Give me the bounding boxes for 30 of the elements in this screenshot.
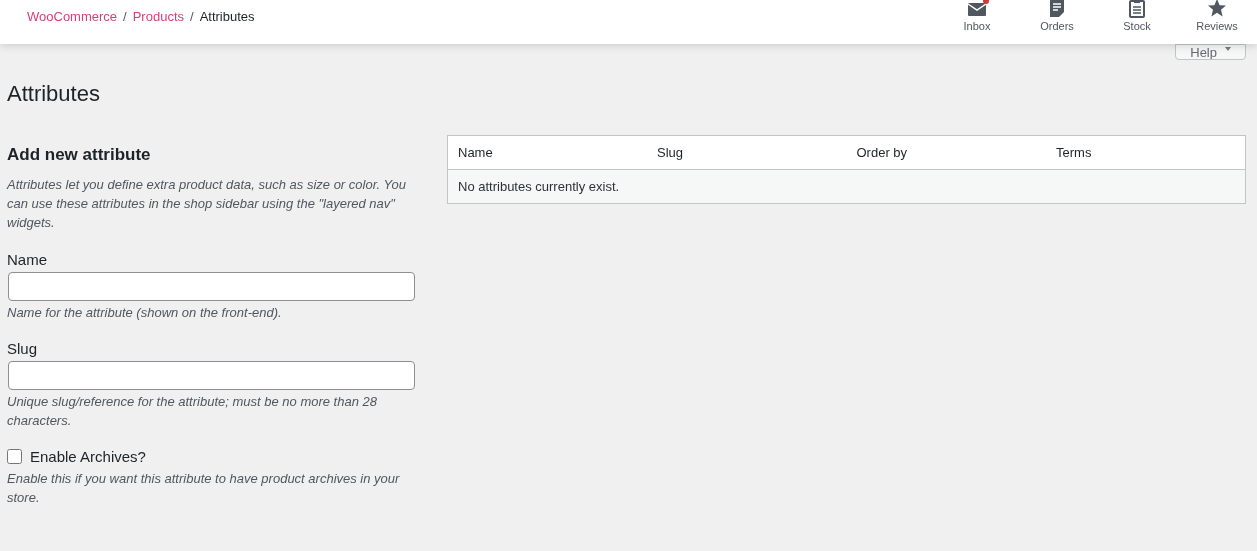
field-label: Slug xyxy=(7,339,39,357)
breadcrumb-link[interactable]: WooCommerce xyxy=(27,9,118,24)
breadcrumb-link[interactable]: Products xyxy=(132,9,184,24)
checkbox[interactable] xyxy=(7,448,22,464)
column-header: Order by xyxy=(846,135,1046,170)
column-header: Terms xyxy=(1046,135,1246,170)
text-field[interactable] xyxy=(8,271,415,301)
empty-message: No attributes currently exist. xyxy=(447,169,1246,204)
header-action[interactable]: Stock xyxy=(1097,0,1177,38)
form-description: Attributes let you define extra product data, such as size or color. You can use these attributes in the shop sidebar using the "layered nav" widgets. xyxy=(7,175,407,232)
checkbox-label: Enable Archives? xyxy=(30,447,146,465)
field-description: Enable this if you want this attribute to have product archives in your store. xyxy=(7,469,401,507)
column-header: Name xyxy=(447,135,647,170)
field-description: Unique slug/reference for the attribute; must be no more than 28 characters. xyxy=(7,392,378,430)
clipboard-icon xyxy=(1128,0,1146,18)
field-description: Name for the attribute (shown on the front-end). xyxy=(7,303,283,322)
page-title: Attributes xyxy=(7,80,101,108)
column-header: Slug xyxy=(647,135,847,170)
header-action[interactable]: Orders xyxy=(1017,0,1097,38)
form-heading: Add new attribute xyxy=(7,144,152,165)
separator-slash: / xyxy=(123,9,127,24)
breadcrumb-current: Attributes xyxy=(199,9,255,24)
text-field[interactable] xyxy=(8,360,415,390)
field-label: Name xyxy=(7,250,48,268)
star-icon xyxy=(1207,0,1227,18)
header-action[interactable]: Inbox xyxy=(937,0,1017,38)
caret-icon xyxy=(1225,47,1231,51)
separator-slash: / xyxy=(190,9,194,24)
header-action[interactable]: Reviews xyxy=(1177,0,1257,38)
help-button[interactable]: Help xyxy=(1175,44,1246,60)
